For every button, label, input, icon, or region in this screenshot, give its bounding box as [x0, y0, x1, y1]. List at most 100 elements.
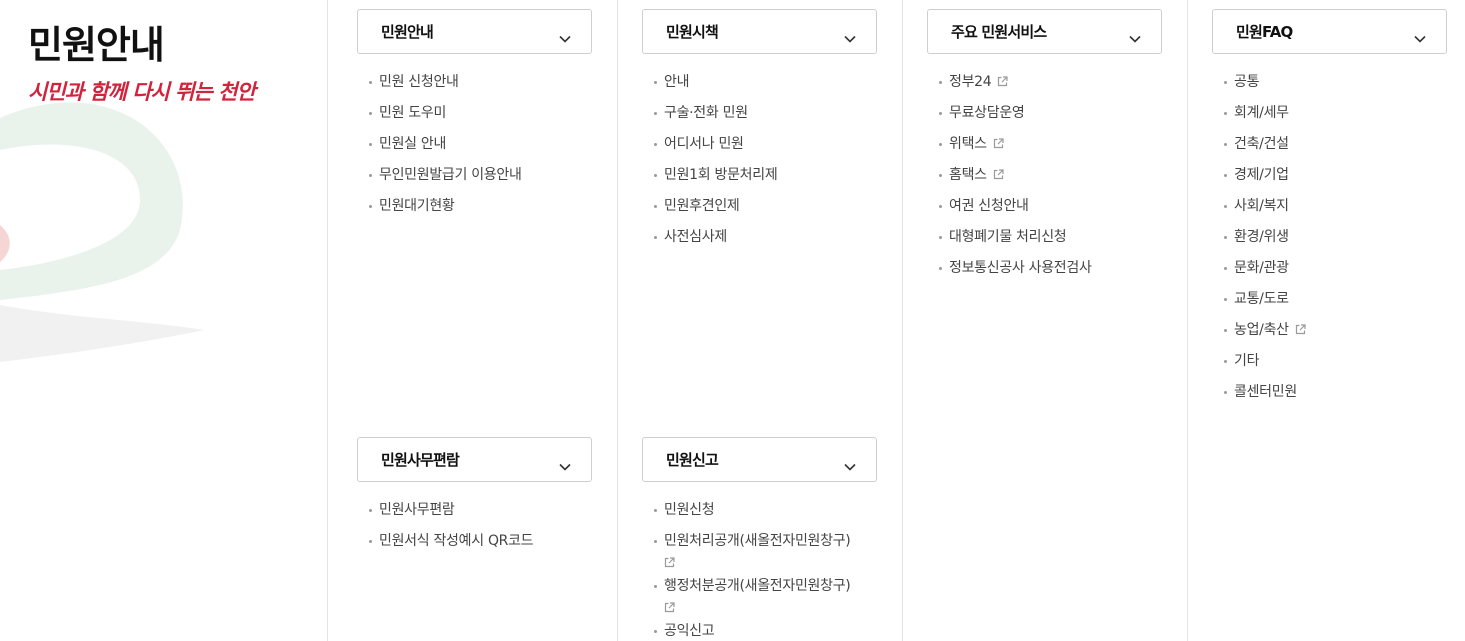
menu-link-label: 대형폐기물 처리신청 — [949, 229, 1067, 245]
menu-link-label: 공익신고 — [664, 623, 715, 639]
menu-link-label: 민원 도우미 — [379, 105, 447, 121]
section-toggle-button[interactable]: 주요 민원서비스 — [927, 9, 1162, 54]
section-title: 민원시책 — [666, 23, 719, 41]
menu-link-label: 사전심사제 — [664, 229, 727, 245]
menu-link[interactable]: 민원서식 작성예시 QR코드 — [369, 531, 592, 551]
menu-link[interactable]: 무료상담운영 — [939, 103, 1162, 123]
section-toggle-button[interactable]: 민원사무편람 — [357, 437, 592, 482]
menu-link-label: 정부24 — [949, 74, 992, 90]
chevron-down-icon — [844, 28, 856, 43]
section-toggle-button[interactable]: 민원시책 — [642, 9, 877, 54]
menu-link[interactable]: 건축/건설 — [1224, 134, 1447, 154]
menu-link[interactable]: 민원1회 방문처리제 — [654, 165, 877, 185]
external-link-icon — [1295, 321, 1306, 335]
column-divider — [617, 0, 618, 641]
menu-link[interactable]: 회계/세무 — [1224, 103, 1447, 123]
menu-link-label: 농업/축산 — [1234, 322, 1289, 338]
menu-link-label: 민원실 안내 — [379, 136, 447, 152]
menu-link[interactable]: 농업/축산 — [1224, 320, 1447, 340]
menu-list: 민원사무편람민원서식 작성예시 QR코드 — [357, 500, 592, 551]
chevron-down-icon — [1414, 28, 1426, 43]
external-link-icon — [993, 166, 1004, 180]
menu-link-label: 회계/세무 — [1234, 105, 1289, 121]
menu-link-label: 구술·전화 민원 — [664, 105, 748, 121]
menu-link-label: 경제/기업 — [1234, 167, 1289, 183]
page-title: 민원안내 — [28, 23, 165, 67]
menu-link[interactable]: 경제/기업 — [1224, 165, 1447, 185]
menu-link[interactable]: 민원대기현황 — [369, 196, 592, 216]
section-toggle-button[interactable]: 민원FAQ — [1212, 9, 1447, 54]
column-divider — [1187, 0, 1188, 641]
menu-link[interactable]: 환경/위생 — [1224, 227, 1447, 247]
menu-section: 민원사무편람 민원사무편람 민원서식 작성예시 QR코드 — [357, 437, 592, 562]
menu-link[interactable]: 공익신고 — [654, 621, 877, 641]
menu-link[interactable]: 문화/관광 — [1224, 258, 1447, 278]
menu-link[interactable]: 구술·전화 민원 — [654, 103, 877, 123]
menu-link[interactable]: 정보통신공사 사용전검사 — [939, 258, 1162, 278]
menu-link[interactable]: 민원 신청안내 — [369, 72, 592, 92]
column-divider — [902, 0, 903, 641]
chevron-down-icon — [844, 456, 856, 471]
menu-link[interactable]: 민원실 안내 — [369, 134, 592, 154]
section-title: 민원안내 — [381, 23, 434, 41]
menu-link[interactable]: 무인민원발급기 이용안내 — [369, 165, 592, 185]
menu-link-label: 민원처리공개(새올전자민원창구) — [664, 533, 851, 549]
menu-link[interactable]: 여권 신청안내 — [939, 196, 1162, 216]
menu-link-label: 환경/위생 — [1234, 229, 1289, 245]
menu-link[interactable]: 민원후견인제 — [654, 196, 877, 216]
menu-link-label: 무료상담운영 — [949, 105, 1025, 121]
chevron-down-icon — [559, 28, 571, 43]
menu-link-label: 기타 — [1234, 353, 1260, 369]
menu-link[interactable]: 어디서나 민원 — [654, 134, 877, 154]
menu-link-label: 민원후견인제 — [664, 198, 740, 214]
menu-section: 민원시책안내구술·전화 민원어디서나 민원민원1회 방문처리제민원후견인제사전심… — [642, 9, 877, 258]
menu-section: 민원안내민원 신청안내민원 도우미민원실 안내무인민원발급기 이용안내민원대기현… — [357, 9, 592, 227]
menu-list: 정부24 무료상담운영위택스홈택스여권 신청안내대형폐기물 처리신청정보통신공사 … — [927, 72, 1162, 278]
menu-list: 공통회계/세무건축/건설경제/기업사회/복지환경/위생문화/관광교통/도로농업/… — [1212, 72, 1447, 402]
menu-link-label: 콜센터민원 — [1234, 384, 1297, 400]
menu-link[interactable]: 민원처리공개(새올전자민원창구) — [654, 531, 877, 568]
menu-link[interactable]: 공통 — [1224, 72, 1447, 92]
menu-link-label: 여권 신청안내 — [949, 198, 1029, 214]
menu-link-label: 무인민원발급기 이용안내 — [379, 167, 522, 183]
menu-section: 민원신고민원신청민원처리공개(새올전자민원창구) 행정처분공개(새올전자민원창구)… — [642, 437, 877, 641]
menu-section: 민원FAQ 공통회계/세무건축/건설경제/기업사회/복지환경/위생문화/관광교통/… — [1212, 9, 1447, 413]
menu-link-label: 교통/도로 — [1234, 291, 1289, 307]
menu-link-label: 민원 신청안내 — [379, 74, 459, 90]
menu-link[interactable]: 민원신청 — [654, 500, 877, 520]
chevron-down-icon — [1129, 28, 1141, 43]
external-link-icon — [993, 135, 1004, 149]
section-toggle-button[interactable]: 민원신고 — [642, 437, 877, 482]
left-panel: 민원안내 시민과 함께 다시 뛰는 천안 — [0, 0, 327, 641]
menu-link-label: 민원신청 — [664, 502, 715, 518]
column-divider — [327, 0, 328, 641]
chevron-down-icon — [559, 456, 571, 471]
menu-link[interactable]: 콜센터민원 — [1224, 382, 1447, 402]
menu-link-label: 사회/복지 — [1234, 198, 1289, 214]
menu-link[interactable]: 민원 도우미 — [369, 103, 592, 123]
menu-link-label: 어디서나 민원 — [664, 136, 744, 152]
section-toggle-button[interactable]: 민원안내 — [357, 9, 592, 54]
menu-link-label: 공통 — [1234, 74, 1260, 90]
menu-link[interactable]: 위택스 — [939, 134, 1162, 154]
menu-link-label: 행정처분공개(새올전자민원창구) — [664, 578, 851, 594]
menu-link[interactable]: 교통/도로 — [1224, 289, 1447, 309]
menu-link[interactable]: 사전심사제 — [654, 227, 877, 247]
menu-link[interactable]: 민원사무편람 — [369, 500, 592, 520]
menu-link-label: 민원1회 방문처리제 — [664, 167, 778, 183]
menu-link-label: 정보통신공사 사용전검사 — [949, 260, 1092, 276]
slogan-logo: 시민과 함께 다시 뛰는 천안 — [28, 79, 256, 104]
menu-link[interactable]: 행정처분공개(새올전자민원창구) — [654, 576, 877, 613]
menu-list: 민원신청민원처리공개(새올전자민원창구) 행정처분공개(새올전자민원창구) 공익신고 — [642, 500, 877, 641]
section-title: 민원FAQ — [1236, 23, 1293, 41]
menu-link[interactable]: 안내 — [654, 72, 877, 92]
menu-link[interactable]: 정부24 — [939, 72, 1162, 92]
menu-list: 안내구술·전화 민원어디서나 민원민원1회 방문처리제민원후견인제사전심사제 — [642, 72, 877, 247]
menu-link[interactable]: 기타 — [1224, 351, 1447, 371]
menu-link-label: 민원서식 작성예시 QR코드 — [379, 533, 534, 549]
external-link-icon — [664, 554, 675, 568]
menu-link[interactable]: 홈택스 — [939, 165, 1162, 185]
menu-link[interactable]: 대형폐기물 처리신청 — [939, 227, 1162, 247]
menu-link[interactable]: 사회/복지 — [1224, 196, 1447, 216]
section-title: 주요 민원서비스 — [951, 23, 1047, 41]
